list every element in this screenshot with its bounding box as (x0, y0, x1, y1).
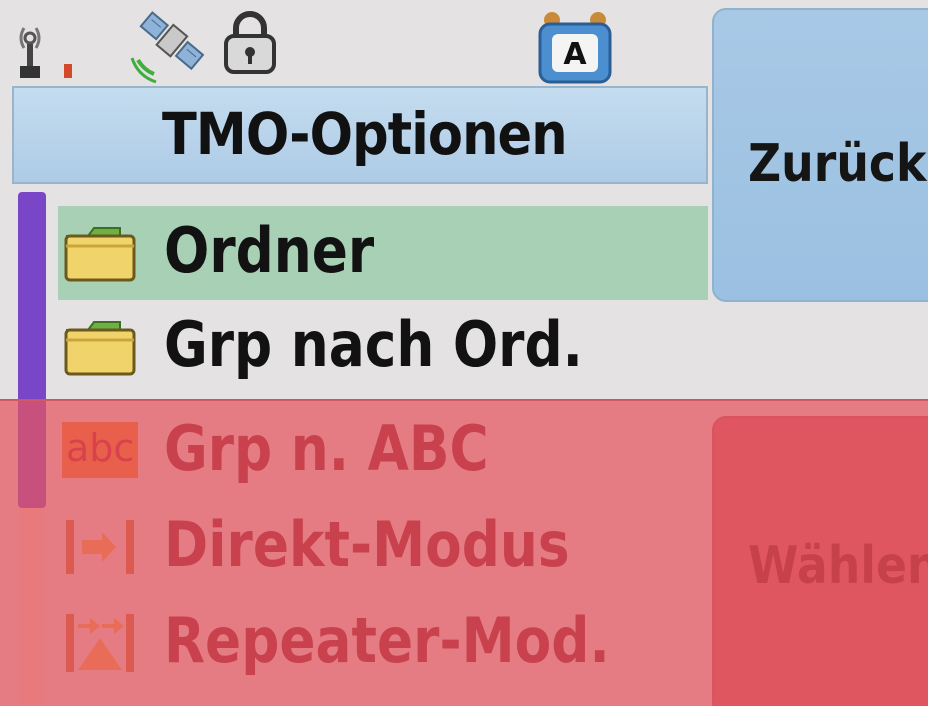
direct-mode-icon (62, 516, 138, 578)
menu-item-grp-n-abc[interactable]: abc Grp n. ABC (58, 404, 708, 498)
lock-icon (218, 10, 282, 80)
repeater-mode-icon (62, 612, 138, 674)
back-softkey[interactable]: Zurück (712, 8, 928, 302)
text-mode-a-icon: A (534, 10, 616, 90)
menu-item-repeater-mod[interactable]: Repeater-Mod. (58, 596, 708, 690)
page-title: TMO-Optionen (162, 100, 568, 168)
scrollbar-thumb[interactable] (18, 192, 46, 508)
abc-icon-text: abc (66, 426, 135, 470)
menu-item-label: Ordner (164, 214, 375, 287)
menu-item-label: Direkt-Modus (164, 508, 570, 581)
menu-scrollbar[interactable] (18, 192, 46, 704)
menu-item-label: Grp n. ABC (164, 412, 489, 485)
menu-item-direkt-modus[interactable]: Direkt-Modus (58, 500, 708, 594)
highlight-divider (0, 399, 928, 401)
menu-item-label: Repeater-Mod. (164, 604, 610, 677)
status-bar: A (0, 0, 710, 86)
menu-item-ordner[interactable]: Ordner (58, 206, 708, 300)
satellite-icon (128, 8, 212, 88)
device-screen: A TMO-Optionen Zurück Wählen Ordner Grp … (0, 0, 928, 706)
text-mode-letter: A (563, 37, 587, 72)
select-softkey-label: Wählen (748, 536, 928, 596)
abc-sort-icon: abc (62, 422, 138, 478)
folder-icon (62, 222, 138, 284)
menu-item-label: Grp nach Ord. (164, 308, 583, 381)
back-softkey-label: Zurück (748, 134, 927, 194)
folder-icon (62, 316, 138, 378)
signal-antenna-icon (14, 24, 78, 86)
menu-item-grp-nach-ord[interactable]: Grp nach Ord. (58, 300, 708, 394)
select-softkey[interactable]: Wählen (712, 416, 928, 706)
title-bar: TMO-Optionen (12, 86, 708, 184)
